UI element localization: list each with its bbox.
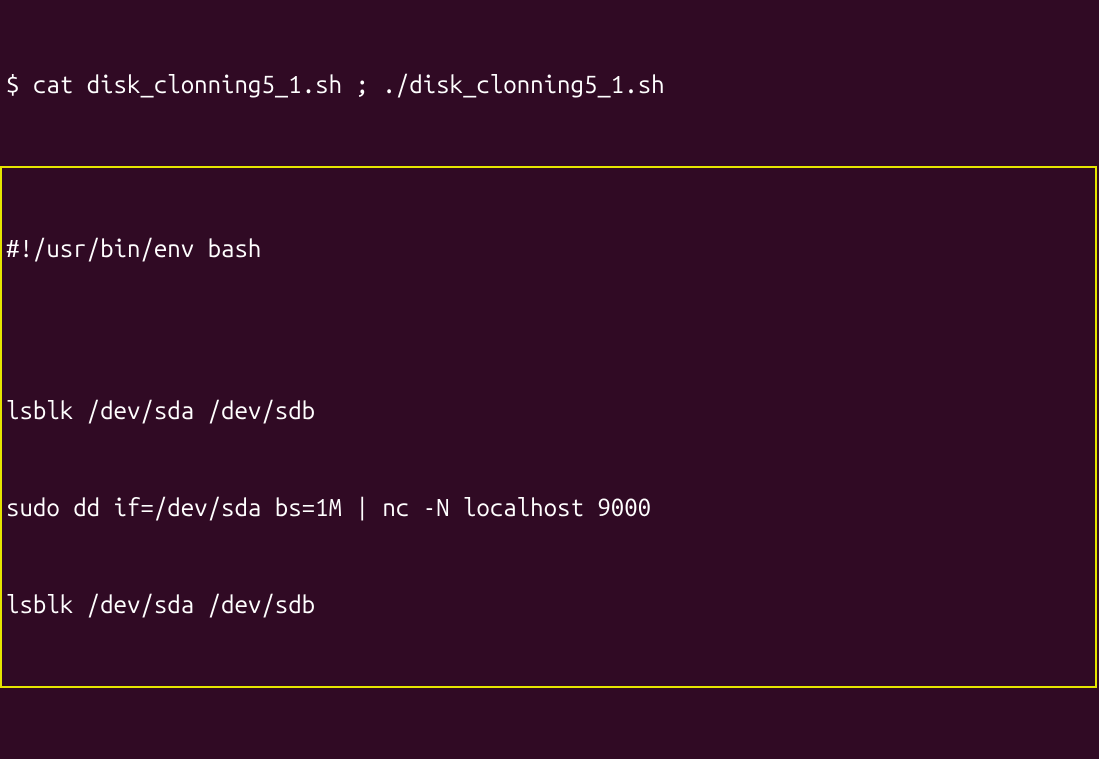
terminal[interactable]: $ cat disk_clonning5_1.sh ; ./disk_clonn… [0, 0, 1099, 759]
script-line-dd-nc: sudo dd if=/dev/sda bs=1M | nc -N localh… [6, 492, 1091, 524]
script-line-lsblk-after: lsblk /dev/sda /dev/sdb [6, 589, 1091, 621]
lsblk-output-before: NAME MAJ:MIN RM SIZE RO TYPE MOUNTPOINT … [6, 753, 1093, 759]
entered-command: cat disk_clonning5_1.sh ; ./disk_clonnin… [33, 71, 665, 98]
prompt-line[interactable]: $ cat disk_clonning5_1.sh ; ./disk_clonn… [6, 69, 1093, 101]
script-contents-box: #!/usr/bin/env bash lsblk /dev/sda /dev/… [0, 166, 1097, 688]
script-shebang: #!/usr/bin/env bash [6, 233, 1091, 265]
prompt-symbol: $ [6, 71, 33, 98]
script-line-lsblk-before: lsblk /dev/sda /dev/sdb [6, 395, 1091, 427]
